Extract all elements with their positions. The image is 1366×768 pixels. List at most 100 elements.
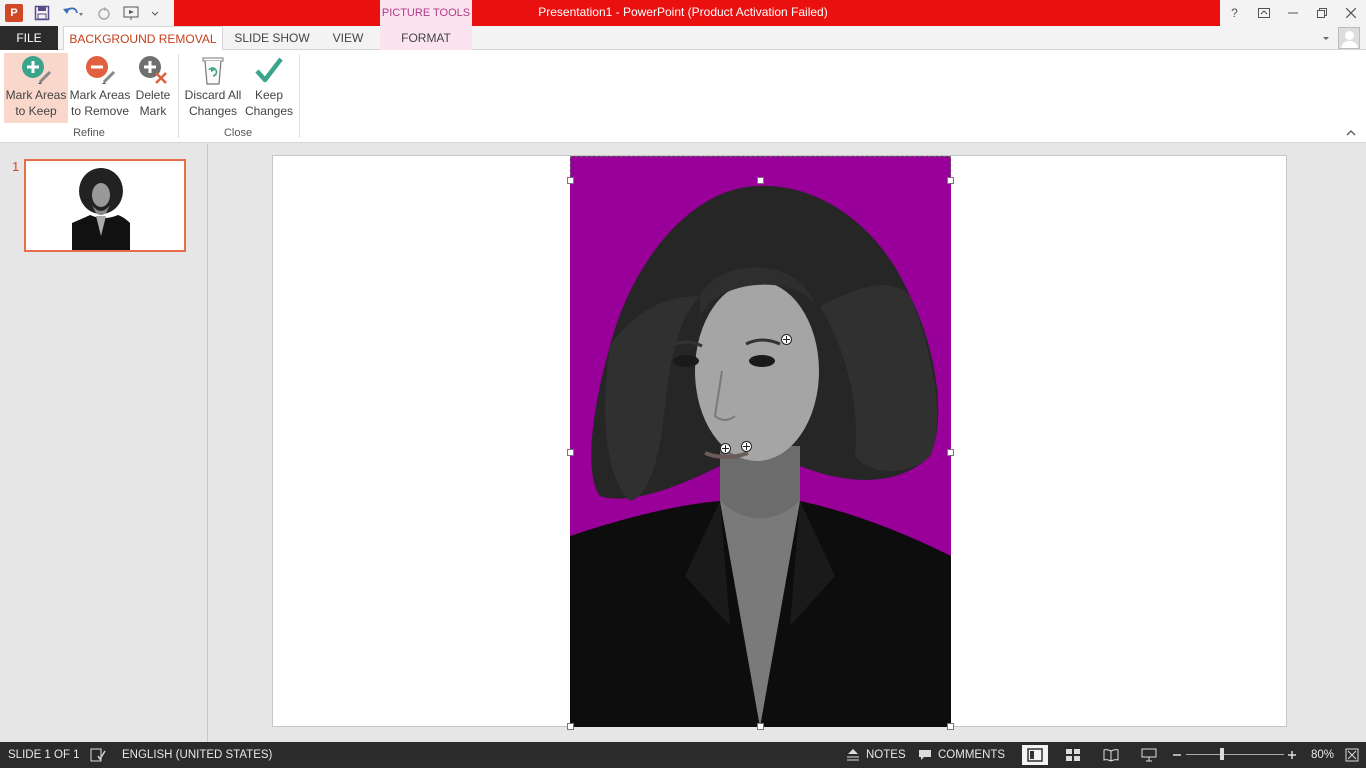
thumbnail-number: 1 bbox=[12, 159, 20, 174]
resize-handle[interactable] bbox=[757, 723, 764, 730]
grid-icon bbox=[1066, 749, 1080, 761]
resize-handle[interactable] bbox=[567, 723, 574, 730]
keep-mark-icon[interactable] bbox=[781, 334, 792, 345]
resize-handle[interactable] bbox=[757, 177, 764, 184]
presentation-icon bbox=[1141, 748, 1157, 762]
plus-icon bbox=[1288, 751, 1296, 759]
undo-button[interactable] bbox=[56, 0, 90, 26]
slide-thumbnail[interactable] bbox=[24, 159, 186, 252]
mark-remove-label-1: Mark Areas bbox=[69, 88, 131, 102]
thumbnail-portrait bbox=[26, 161, 184, 250]
undo-icon bbox=[63, 7, 83, 16]
delete-mark-label-2: Mark bbox=[139, 104, 167, 118]
zoom-slider-thumb[interactable] bbox=[1220, 748, 1224, 760]
slide-sorter-view-button[interactable] bbox=[1060, 745, 1086, 765]
delete-mark-icon bbox=[137, 53, 169, 87]
comments-label: COMMENTS bbox=[938, 749, 1006, 761]
save-button[interactable] bbox=[28, 0, 56, 26]
tab-file[interactable]: FILE bbox=[0, 26, 58, 50]
book-icon bbox=[1103, 749, 1119, 762]
close-button[interactable] bbox=[1336, 0, 1365, 26]
chevron-down-icon[interactable] bbox=[1322, 34, 1330, 42]
fit-to-window-button[interactable] bbox=[1345, 742, 1359, 768]
mark-remove-label-2: to Remove bbox=[70, 104, 130, 118]
group-divider bbox=[299, 54, 300, 138]
chevron-up-icon bbox=[1346, 130, 1356, 136]
redo-button[interactable] bbox=[90, 0, 118, 26]
restore-button[interactable] bbox=[1307, 0, 1336, 26]
zoom-out-button[interactable] bbox=[1173, 742, 1181, 768]
title-bar: P PICTURE TOOLS Presentation1 - PowerPoi… bbox=[0, 0, 1366, 26]
keep-mark-icon[interactable] bbox=[720, 443, 731, 454]
close-icon bbox=[1345, 8, 1356, 18]
slide-show-view-button[interactable] bbox=[1136, 745, 1162, 765]
discard-label-2: Changes bbox=[188, 104, 238, 118]
resize-handle[interactable] bbox=[567, 177, 574, 184]
customize-qat-button[interactable] bbox=[148, 0, 162, 26]
zoom-level[interactable]: 80% bbox=[1311, 742, 1334, 768]
resize-handle[interactable] bbox=[947, 723, 954, 730]
resize-handle[interactable] bbox=[947, 177, 954, 184]
tab-background-removal[interactable]: BACKGROUND REMOVAL bbox=[63, 26, 223, 51]
restore-icon bbox=[1316, 8, 1327, 18]
keep-mark-icon[interactable] bbox=[741, 441, 752, 452]
normal-view-icon bbox=[1027, 748, 1043, 762]
help-button[interactable]: ? bbox=[1220, 0, 1249, 26]
mark-areas-to-remove-button[interactable]: Mark Areas to Remove bbox=[68, 53, 132, 123]
start-from-beginning-button[interactable] bbox=[118, 0, 148, 26]
app-icon[interactable]: P bbox=[0, 0, 28, 26]
tab-slide-show[interactable]: SLIDE SHOW bbox=[228, 26, 316, 50]
slideshow-icon bbox=[123, 6, 139, 20]
delete-mark-button[interactable]: Delete Mark bbox=[132, 53, 174, 123]
checkmark-icon bbox=[253, 53, 285, 87]
user-avatar[interactable] bbox=[1338, 27, 1360, 49]
mark-areas-to-keep-button[interactable]: Mark Areas to Keep bbox=[4, 53, 68, 123]
spell-check-button[interactable] bbox=[90, 742, 106, 768]
ribbon-tabs: FILE BACKGROUND REMOVAL SLIDE SHOW VIEW … bbox=[0, 26, 1366, 51]
notes-icon bbox=[847, 749, 859, 761]
tab-format[interactable]: FORMAT bbox=[380, 26, 472, 50]
quick-access-toolbar: P bbox=[0, 0, 174, 26]
window-title: Presentation1 - PowerPoint (Product Acti… bbox=[538, 5, 828, 19]
notes-label: NOTES bbox=[866, 749, 906, 761]
keep-label-1: Keep bbox=[254, 88, 284, 102]
zoom-in-button[interactable] bbox=[1288, 742, 1296, 768]
refine-group-label: Refine bbox=[73, 127, 105, 139]
slide-thumbnail-pane: 1 bbox=[0, 144, 208, 742]
chevron-down-icon bbox=[151, 11, 159, 16]
fit-window-icon bbox=[1345, 748, 1359, 762]
minus-icon bbox=[1173, 754, 1181, 756]
zoom-slider[interactable] bbox=[1186, 754, 1284, 755]
ribbon-display-options-button[interactable] bbox=[1249, 0, 1278, 26]
picture-background-removal[interactable] bbox=[570, 156, 951, 727]
mark-keep-icon bbox=[20, 53, 52, 87]
mark-remove-icon bbox=[84, 53, 116, 87]
comment-icon bbox=[919, 750, 931, 760]
powerpoint-icon: P bbox=[5, 4, 23, 22]
discard-all-changes-button[interactable]: Discard All Changes bbox=[182, 53, 244, 123]
portrait-image bbox=[570, 156, 951, 727]
status-bar: SLIDE 1 OF 1 ENGLISH (UNITED STATES) NOT… bbox=[0, 742, 1366, 768]
comments-button[interactable]: COMMENTS bbox=[918, 742, 1005, 768]
group-divider bbox=[178, 54, 179, 138]
resize-handle[interactable] bbox=[947, 449, 954, 456]
ribbon-options-icon bbox=[1257, 8, 1270, 18]
save-icon bbox=[34, 5, 50, 21]
notes-button[interactable]: NOTES bbox=[846, 742, 906, 768]
redo-icon bbox=[98, 7, 110, 20]
resize-handle[interactable] bbox=[567, 449, 574, 456]
normal-view-button[interactable] bbox=[1022, 745, 1048, 765]
reading-view-button[interactable] bbox=[1098, 745, 1124, 765]
tab-view[interactable]: VIEW bbox=[322, 26, 374, 50]
language-indicator[interactable]: ENGLISH (UNITED STATES) bbox=[122, 742, 272, 768]
slide-counter: SLIDE 1 OF 1 bbox=[8, 749, 80, 761]
minimize-button[interactable] bbox=[1278, 0, 1307, 26]
mark-keep-label-1: Mark Areas bbox=[5, 88, 67, 102]
picture-tools-header: PICTURE TOOLS bbox=[380, 0, 472, 26]
keep-changes-button[interactable]: Keep Changes bbox=[244, 53, 294, 123]
mark-keep-label-2: to Keep bbox=[15, 104, 57, 118]
delete-mark-label-1: Delete bbox=[135, 88, 171, 102]
collapse-ribbon-button[interactable] bbox=[1346, 128, 1356, 140]
window-controls: ? bbox=[1220, 0, 1366, 26]
ribbon: Mark Areas to Keep Mark Areas to Remove … bbox=[0, 50, 1366, 143]
